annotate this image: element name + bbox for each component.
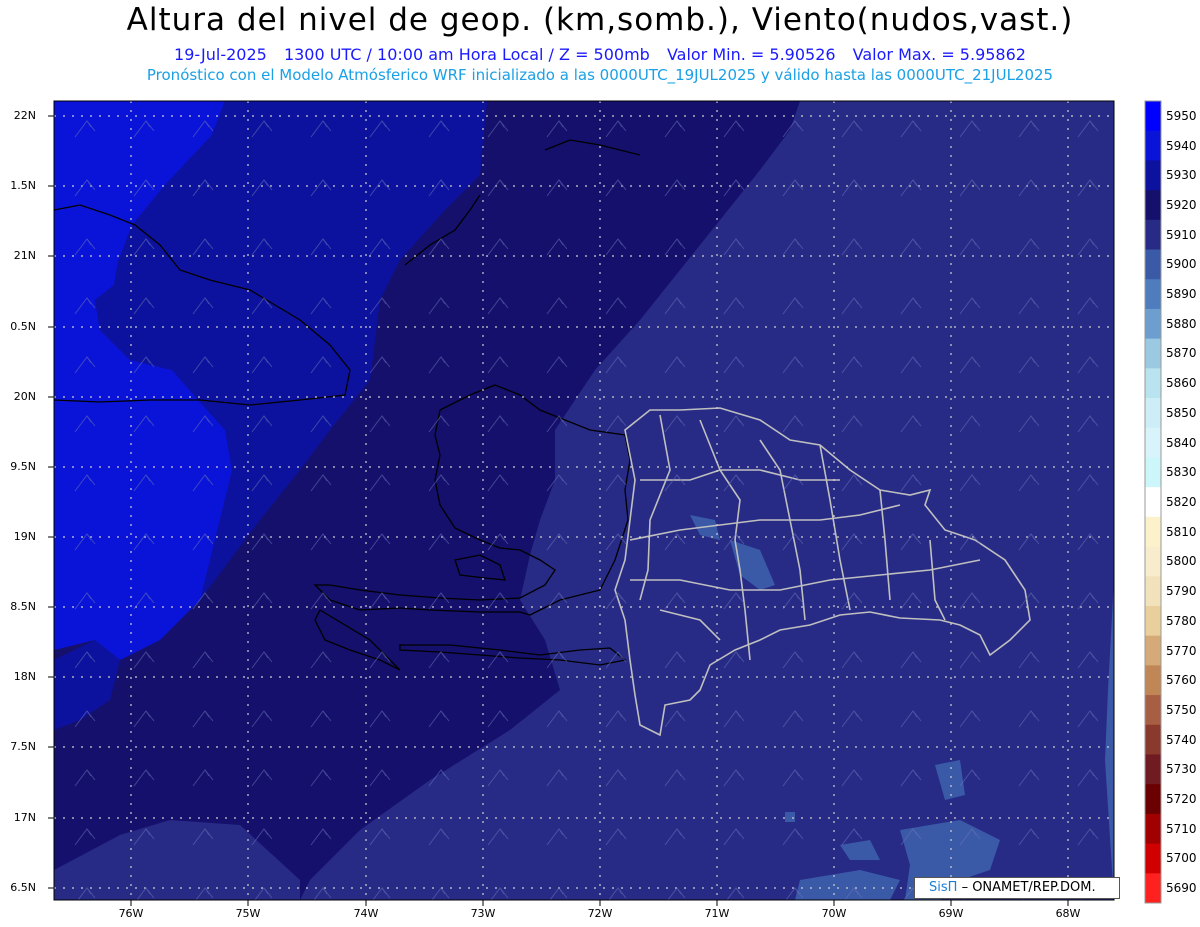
colorbar-swatch (1145, 665, 1161, 696)
colorbar-swatch (1145, 695, 1161, 726)
lat-label: 8.5N (10, 600, 36, 613)
colorbar-label: 5790 (1166, 584, 1197, 599)
colorbar-label: 5820 (1166, 495, 1197, 509)
colorbar-label: 5830 (1166, 465, 1197, 480)
colorbar-swatch (1145, 813, 1161, 845)
colorbar-swatch (1145, 724, 1161, 755)
colorbar-swatch (1145, 219, 1161, 251)
lat-label: 20N (13, 390, 36, 403)
lat-label: 19N (13, 530, 36, 543)
credit-box: SisΠ – ONAMET/REP.DOM. (914, 877, 1120, 899)
colorbar-label: 5730 (1166, 762, 1197, 777)
colorbar (1144, 100, 1162, 904)
colorbar-swatch (1145, 516, 1161, 548)
colorbar-label: 5750 (1166, 702, 1197, 717)
colorbar-swatch (1145, 427, 1161, 458)
map-panel (48, 100, 1162, 906)
colorbar-swatch (1145, 190, 1161, 221)
lon-label: 74W (353, 907, 379, 920)
colorbar-label: 5850 (1166, 405, 1197, 420)
lon-label: 72W (587, 907, 613, 920)
lat-label: 7.5N (10, 740, 36, 753)
colorbar-label: 5870 (1166, 346, 1197, 361)
colorbar-swatch (1145, 279, 1161, 310)
colorbar-swatch (1145, 754, 1161, 785)
lat-label: 22N (13, 109, 36, 122)
colorbar-label: 5810 (1166, 524, 1197, 539)
colorbar-label: 5860 (1166, 376, 1197, 391)
colorbar-label: 5940 (1166, 138, 1197, 153)
lon-label: 76W (118, 907, 144, 920)
colorbar-label: 5770 (1166, 643, 1197, 658)
colorbar-swatch (1145, 635, 1161, 666)
lon-label: 68W (1055, 907, 1081, 920)
colorbar-label: 5700 (1166, 851, 1197, 866)
colorbar-label: 5910 (1166, 227, 1197, 242)
lon-label: 69W (938, 907, 964, 920)
colorbar-label: 5690 (1166, 881, 1197, 896)
lat-label: 9.5N (10, 460, 36, 473)
colorbar-label: 5720 (1166, 792, 1197, 807)
lon-label: 70W (821, 907, 847, 920)
colorbar-swatch (1145, 605, 1161, 637)
colorbar-swatch (1145, 368, 1161, 399)
lon-label: 71W (704, 907, 730, 920)
colorbar-swatch (1145, 873, 1161, 904)
colorbar-label: 5840 (1166, 435, 1197, 450)
colorbar-label: 5890 (1166, 287, 1197, 302)
lon-label: 75W (235, 907, 261, 920)
colorbar-swatch (1145, 398, 1161, 429)
colorbar-label: 5760 (1166, 673, 1197, 688)
colorbar-swatch (1145, 160, 1161, 191)
colorbar-swatch (1145, 546, 1161, 577)
colorbar-label: 5920 (1166, 197, 1197, 212)
credit-brand: SisΠ (929, 880, 958, 895)
colorbar-swatch (1145, 130, 1161, 161)
colorbar-swatch (1145, 487, 1161, 518)
colorbar-swatch (1145, 784, 1161, 815)
lon-label: 73W (470, 907, 496, 920)
colorbar-label: 5740 (1166, 732, 1197, 747)
lat-label: 17N (13, 811, 36, 824)
colorbar-swatch (1145, 101, 1161, 132)
colorbar-swatch (1145, 457, 1161, 488)
colorbar-label: 5930 (1166, 168, 1197, 183)
colorbar-label: 5900 (1166, 257, 1197, 272)
colorbar-label: 5710 (1166, 821, 1197, 836)
colorbar-swatch (1145, 308, 1161, 340)
colorbar-label: 5880 (1166, 316, 1197, 331)
lat-label: 0.5N (10, 320, 36, 333)
colorbar-label: 5780 (1166, 613, 1197, 628)
colorbar-swatch (1145, 576, 1161, 607)
lat-label: 18N (13, 670, 36, 683)
colorbar-label: 5950 (1166, 108, 1197, 123)
credit-org: – ONAMET/REP.DOM. (961, 880, 1096, 895)
colorbar-swatch (1145, 843, 1161, 874)
lat-label: 1.5N (10, 179, 36, 192)
colorbar-swatch (1145, 338, 1161, 369)
lat-label: 6.5N (10, 881, 36, 894)
colorbar-label: 5800 (1166, 554, 1197, 569)
lat-label: 21N (13, 249, 36, 262)
colorbar-swatch (1145, 249, 1161, 280)
